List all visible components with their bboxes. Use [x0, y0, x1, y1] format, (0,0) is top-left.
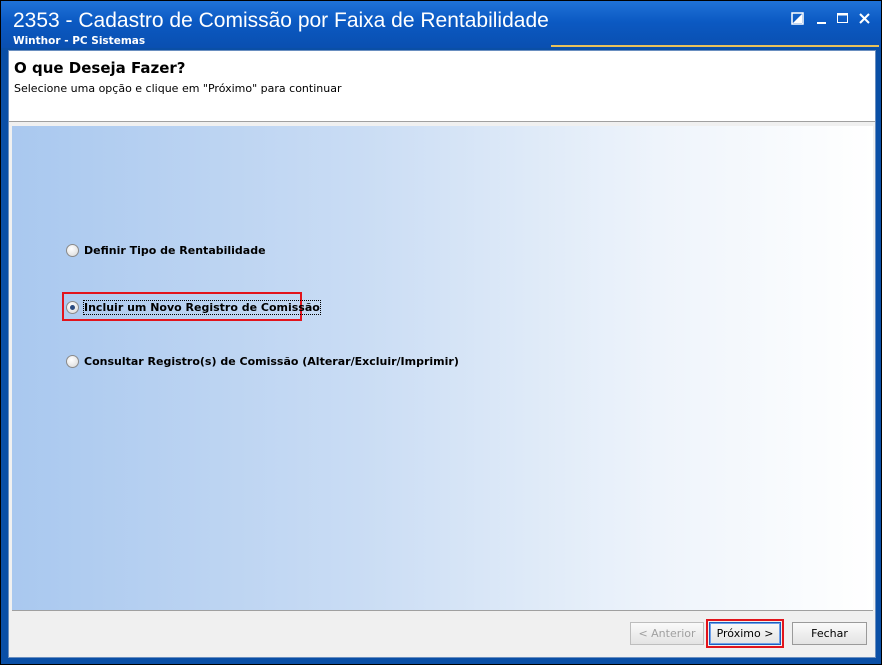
close-button[interactable]: Fechar — [792, 622, 867, 645]
restore-icon[interactable] — [791, 10, 805, 25]
close-icon[interactable] — [858, 10, 872, 24]
maximize-icon[interactable] — [836, 10, 850, 23]
radio-button[interactable] — [66, 243, 79, 257]
option-definir-tipo-rentabilidade[interactable]: Definir Tipo de Rentabilidade — [66, 241, 266, 259]
previous-button[interactable]: < Anterior — [630, 622, 704, 645]
radio-button[interactable] — [66, 354, 79, 368]
next-button-highlight-box — [706, 619, 784, 648]
app-window: 2353 - Cadastro de Comissão por Faixa de… — [0, 0, 882, 665]
title-bar[interactable]: 2353 - Cadastro de Comissão por Faixa de… — [1, 1, 881, 48]
page-instruction: Selecione uma opção e clique em "Próximo… — [14, 82, 342, 95]
option-label: Definir Tipo de Rentabilidade — [84, 243, 266, 257]
minimize-icon[interactable] — [815, 10, 829, 24]
wizard-header: O que Deseja Fazer? Selecione uma opção … — [9, 51, 875, 122]
wizard-client-area: O que Deseja Fazer? Selecione uma opção … — [8, 50, 876, 658]
option-label: Incluir um Novo Registro de Comissão — [83, 299, 321, 315]
page-title: O que Deseja Fazer? — [14, 59, 186, 77]
title-accent-line — [551, 45, 879, 47]
window-subtitle: Winthor - PC Sistemas — [13, 35, 146, 47]
options-panel: Definir Tipo de Rentabilidade Incluir um… — [12, 126, 873, 611]
radio-button-checked[interactable] — [66, 300, 79, 314]
option-label: Consultar Registro(s) de Comissão (Alter… — [84, 354, 459, 368]
option-consultar-registros[interactable]: Consultar Registro(s) de Comissão (Alter… — [66, 352, 459, 370]
window-title: 2353 - Cadastro de Comissão por Faixa de… — [13, 9, 549, 32]
option-incluir-novo-registro[interactable]: Incluir um Novo Registro de Comissão — [66, 298, 321, 316]
